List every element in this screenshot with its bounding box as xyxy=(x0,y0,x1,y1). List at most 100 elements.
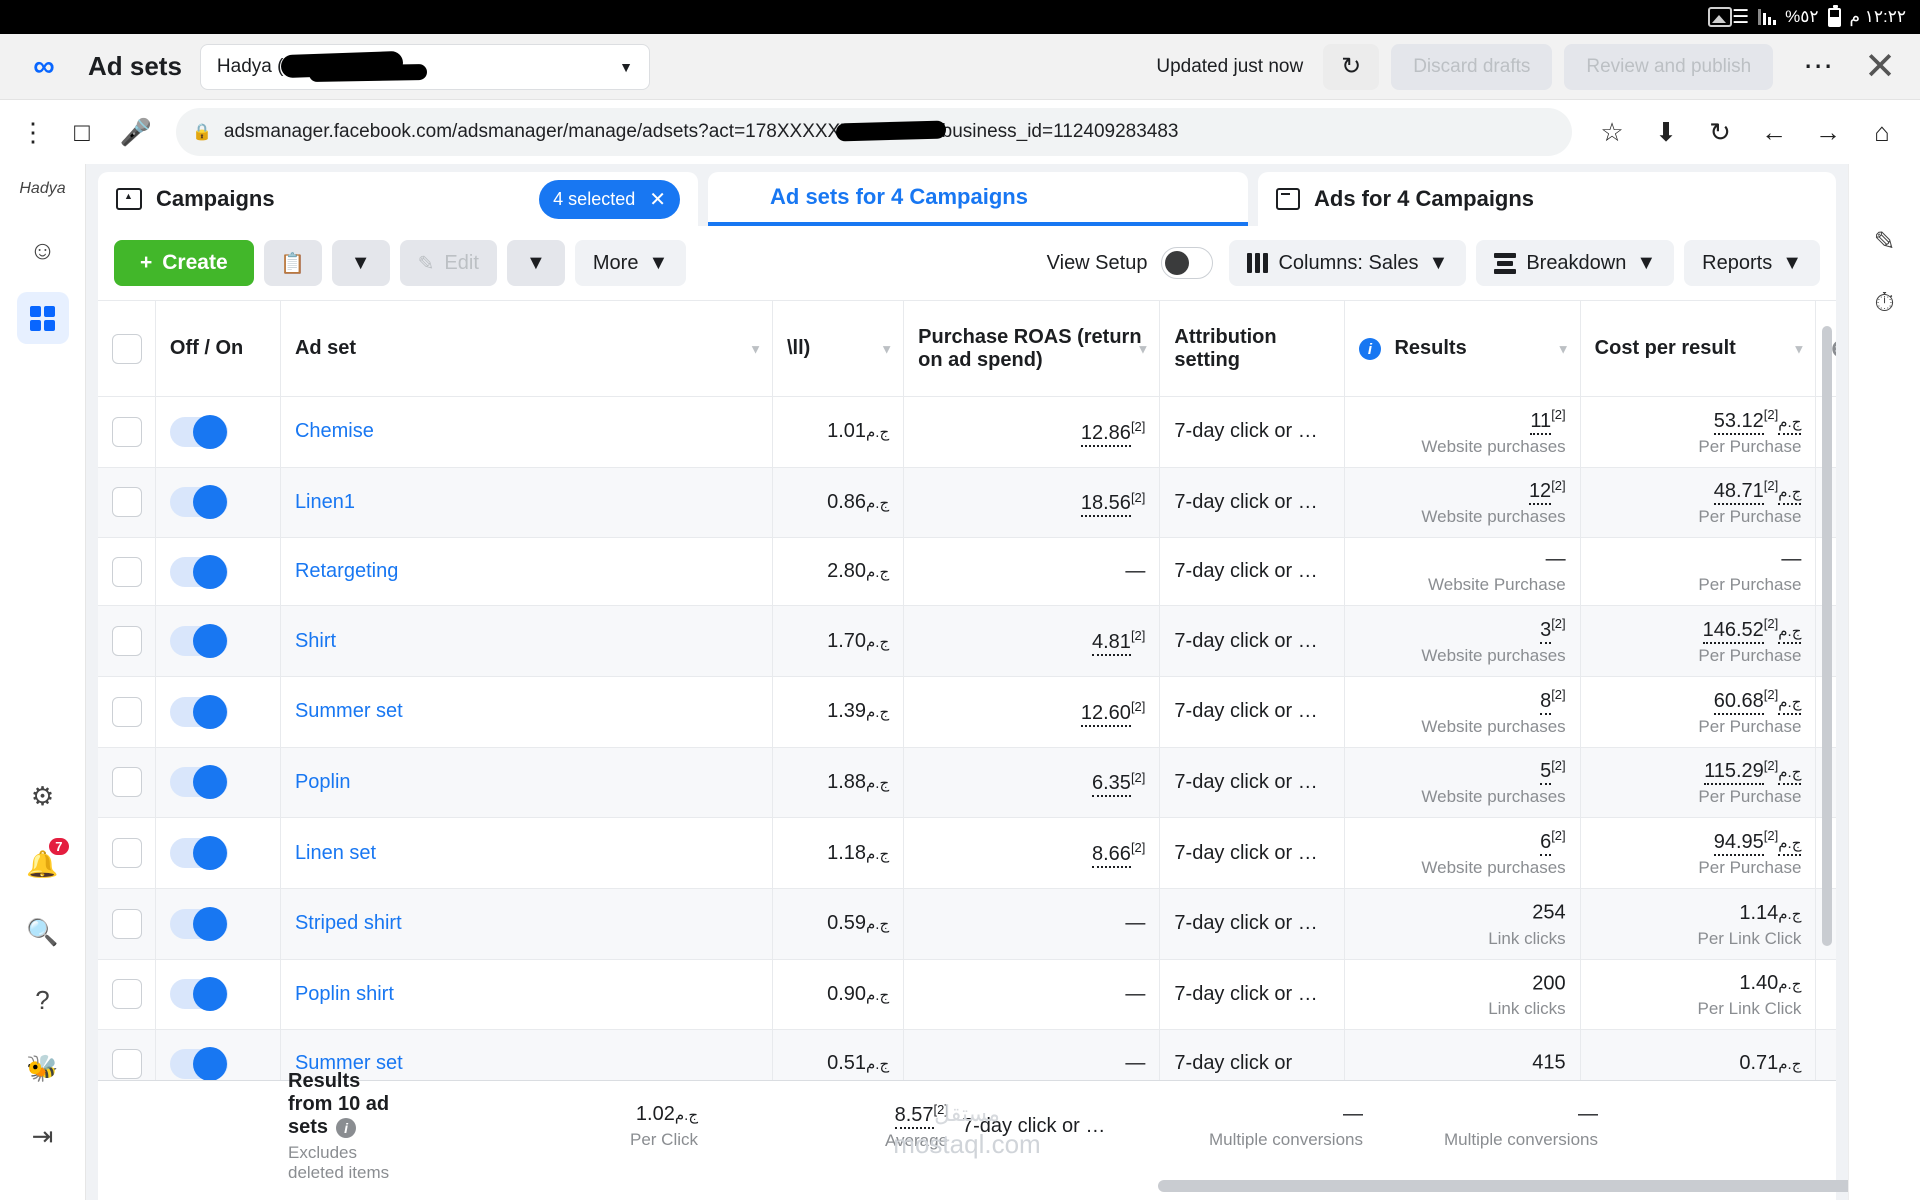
close-icon[interactable]: ✕ xyxy=(649,187,666,212)
discard-drafts-button[interactable]: Discard drafts xyxy=(1391,44,1552,90)
table-row[interactable]: Striped shirt0.59ج.م—7-day click or …254… xyxy=(98,888,1836,959)
table-row[interactable]: Retargeting2.80ج.م—7-day click or …—Webs… xyxy=(98,538,1836,606)
table-row[interactable]: Summer set1.39ج.م12.60[2]7-day click or … xyxy=(98,676,1836,747)
results-value[interactable]: 5 xyxy=(1540,760,1551,785)
row-checkbox[interactable] xyxy=(112,557,142,587)
menu-dots-icon[interactable]: ⋮ xyxy=(14,123,52,141)
home-icon[interactable]: ⌂ xyxy=(1858,117,1906,148)
row-checkbox[interactable] xyxy=(112,909,142,939)
edit-button[interactable]: ✎ Edit xyxy=(400,240,497,286)
results-value[interactable]: 11 xyxy=(1530,410,1551,435)
duplicate-icon[interactable]: 📋 xyxy=(264,240,322,286)
roas-value[interactable]: 12.60 xyxy=(1081,702,1131,727)
breakdown-button[interactable]: Breakdown ▼ xyxy=(1476,240,1674,286)
adset-name-link[interactable]: Shirt xyxy=(295,630,336,652)
refresh-icon[interactable]: ↻ xyxy=(1323,44,1379,90)
campaigns-selected-pill[interactable]: 4 selected ✕ xyxy=(539,180,680,219)
reports-button[interactable]: Reports ▼ xyxy=(1684,240,1820,286)
history-icon[interactable]: ↻ xyxy=(1696,117,1744,148)
cpr-value[interactable]: 53.12ج.م xyxy=(1714,410,1802,435)
view-setup-toggle[interactable] xyxy=(1161,247,1213,279)
microphone-icon[interactable]: 🎤 xyxy=(112,117,160,148)
adset-name-link[interactable]: Linen set xyxy=(295,842,376,864)
cpr-value[interactable]: 1.40ج.م xyxy=(1739,972,1801,994)
adset-on-off-toggle[interactable] xyxy=(170,909,228,939)
close-icon[interactable]: ✕ xyxy=(1864,44,1910,89)
pencil-icon[interactable]: ✎ xyxy=(1874,226,1896,257)
cpr-value[interactable]: 60.68ج.م xyxy=(1714,690,1802,715)
bell-icon[interactable]: 🔔 7 xyxy=(17,838,69,890)
adset-name-link[interactable]: Linen1 xyxy=(295,491,355,513)
table-row[interactable]: Shirt1.70ج.م4.81[2]7-day click or …3[2]W… xyxy=(98,606,1836,677)
gear-icon[interactable]: ⚙ xyxy=(17,770,69,822)
table-row[interactable]: Chemise1.01ج.م12.86[2]7-day click or …11… xyxy=(98,397,1836,468)
row-checkbox[interactable] xyxy=(112,838,142,868)
adset-on-off-toggle[interactable] xyxy=(170,626,228,656)
account-select[interactable]: Hadya (17 4223) ▼ xyxy=(200,44,650,90)
cpr-value[interactable]: 0.71ج.م xyxy=(1739,1052,1801,1074)
tab-campaigns[interactable]: Campaigns 4 selected ✕ xyxy=(98,172,698,226)
adset-on-off-toggle[interactable] xyxy=(170,767,228,797)
tabs-icon[interactable]: □ xyxy=(58,117,106,148)
info-icon[interactable]: i xyxy=(336,1118,356,1138)
adset-name-link[interactable]: Chemise xyxy=(295,420,374,442)
adset-name-link[interactable]: Striped shirt xyxy=(295,912,402,934)
cpr-value[interactable]: 146.52ج.م xyxy=(1703,619,1802,644)
row-checkbox[interactable] xyxy=(112,487,142,517)
clock-icon[interactable]: ⏱ xyxy=(1874,287,1894,319)
adset-on-off-toggle[interactable] xyxy=(170,487,228,517)
row-checkbox[interactable] xyxy=(112,979,142,1009)
adset-on-off-toggle[interactable] xyxy=(170,557,228,587)
results-value[interactable]: 200 xyxy=(1532,972,1565,994)
roas-value[interactable]: 8.66 xyxy=(1092,843,1131,868)
sort-caret-icon[interactable]: ▼ xyxy=(1557,341,1570,356)
table-row[interactable]: Linen set1.18ج.م8.66[2]7-day click or …6… xyxy=(98,818,1836,889)
adsets-table-scroll[interactable]: Off / On Ad set ▼ \ll) ▼ Purchase ROAS (… xyxy=(98,300,1836,1200)
roas-value[interactable]: 18.56 xyxy=(1081,492,1131,517)
adset-name-link[interactable]: Summer set xyxy=(295,700,403,722)
results-value[interactable]: 415 xyxy=(1532,1052,1565,1074)
forward-icon[interactable]: → xyxy=(1804,117,1852,148)
roas-value[interactable]: 6.35 xyxy=(1092,772,1131,797)
back-icon[interactable]: ← xyxy=(1750,117,1798,148)
bookmark-icon[interactable]: ☆ xyxy=(1588,117,1636,148)
smiley-icon[interactable]: ☺ xyxy=(17,224,69,276)
sort-caret-icon[interactable]: ▼ xyxy=(880,341,893,356)
adset-on-off-toggle[interactable] xyxy=(170,979,228,1009)
row-checkbox[interactable] xyxy=(112,767,142,797)
sort-caret-icon[interactable]: ▼ xyxy=(1137,341,1150,356)
roas-value[interactable]: 12.86 xyxy=(1081,422,1131,447)
info-icon[interactable]: i xyxy=(1359,338,1381,360)
tab-ads[interactable]: Ads for 4 Campaigns xyxy=(1258,172,1836,226)
cpr-value[interactable]: 94.95ج.م xyxy=(1714,831,1802,856)
row-checkbox[interactable] xyxy=(112,626,142,656)
adset-name-link[interactable]: Poplin xyxy=(295,771,351,793)
cpr-value[interactable]: 48.71ج.م xyxy=(1714,480,1802,505)
table-row[interactable]: Linen10.86ج.م18.56[2]7-day click or …12[… xyxy=(98,467,1836,538)
results-value[interactable]: 12 xyxy=(1529,480,1551,505)
results-value[interactable]: 3 xyxy=(1540,619,1551,644)
create-button[interactable]: + Create xyxy=(114,240,254,286)
collapse-icon[interactable]: ⇥ xyxy=(17,1110,69,1162)
tab-adsets[interactable]: Ad sets for 4 Campaigns xyxy=(708,172,1248,226)
adset-on-off-toggle[interactable] xyxy=(170,697,228,727)
duplicate-dropdown-caret[interactable]: ▼ xyxy=(332,240,390,286)
sort-caret-icon[interactable]: ▼ xyxy=(1793,341,1806,356)
row-checkbox[interactable] xyxy=(112,417,142,447)
ellipsis-icon[interactable]: ⋯ xyxy=(1785,49,1852,84)
adset-name-link[interactable]: Poplin shirt xyxy=(295,983,394,1005)
search-icon[interactable]: 🔍 xyxy=(17,906,69,958)
adset-on-off-toggle[interactable] xyxy=(170,838,228,868)
results-value[interactable]: 254 xyxy=(1532,902,1565,924)
table-row[interactable]: Poplin shirt0.90ج.م—7-day click or …200L… xyxy=(98,959,1836,1030)
table-grid-icon[interactable] xyxy=(17,292,69,344)
url-input[interactable]: 🔒 adsmanager.facebook.com/adsmanager/man… xyxy=(176,108,1572,156)
cpr-value[interactable]: 115.29ج.م xyxy=(1704,760,1801,785)
results-value[interactable]: 8 xyxy=(1540,690,1551,715)
cpr-value[interactable]: 1.14ج.م xyxy=(1739,902,1801,924)
roas-value[interactable]: 4.81 xyxy=(1092,631,1131,656)
sort-caret-icon[interactable]: ▼ xyxy=(749,341,762,356)
select-all-checkbox[interactable] xyxy=(112,334,142,364)
view-setup-control[interactable]: View Setup xyxy=(1047,247,1214,279)
help-icon[interactable]: ? xyxy=(17,974,69,1026)
